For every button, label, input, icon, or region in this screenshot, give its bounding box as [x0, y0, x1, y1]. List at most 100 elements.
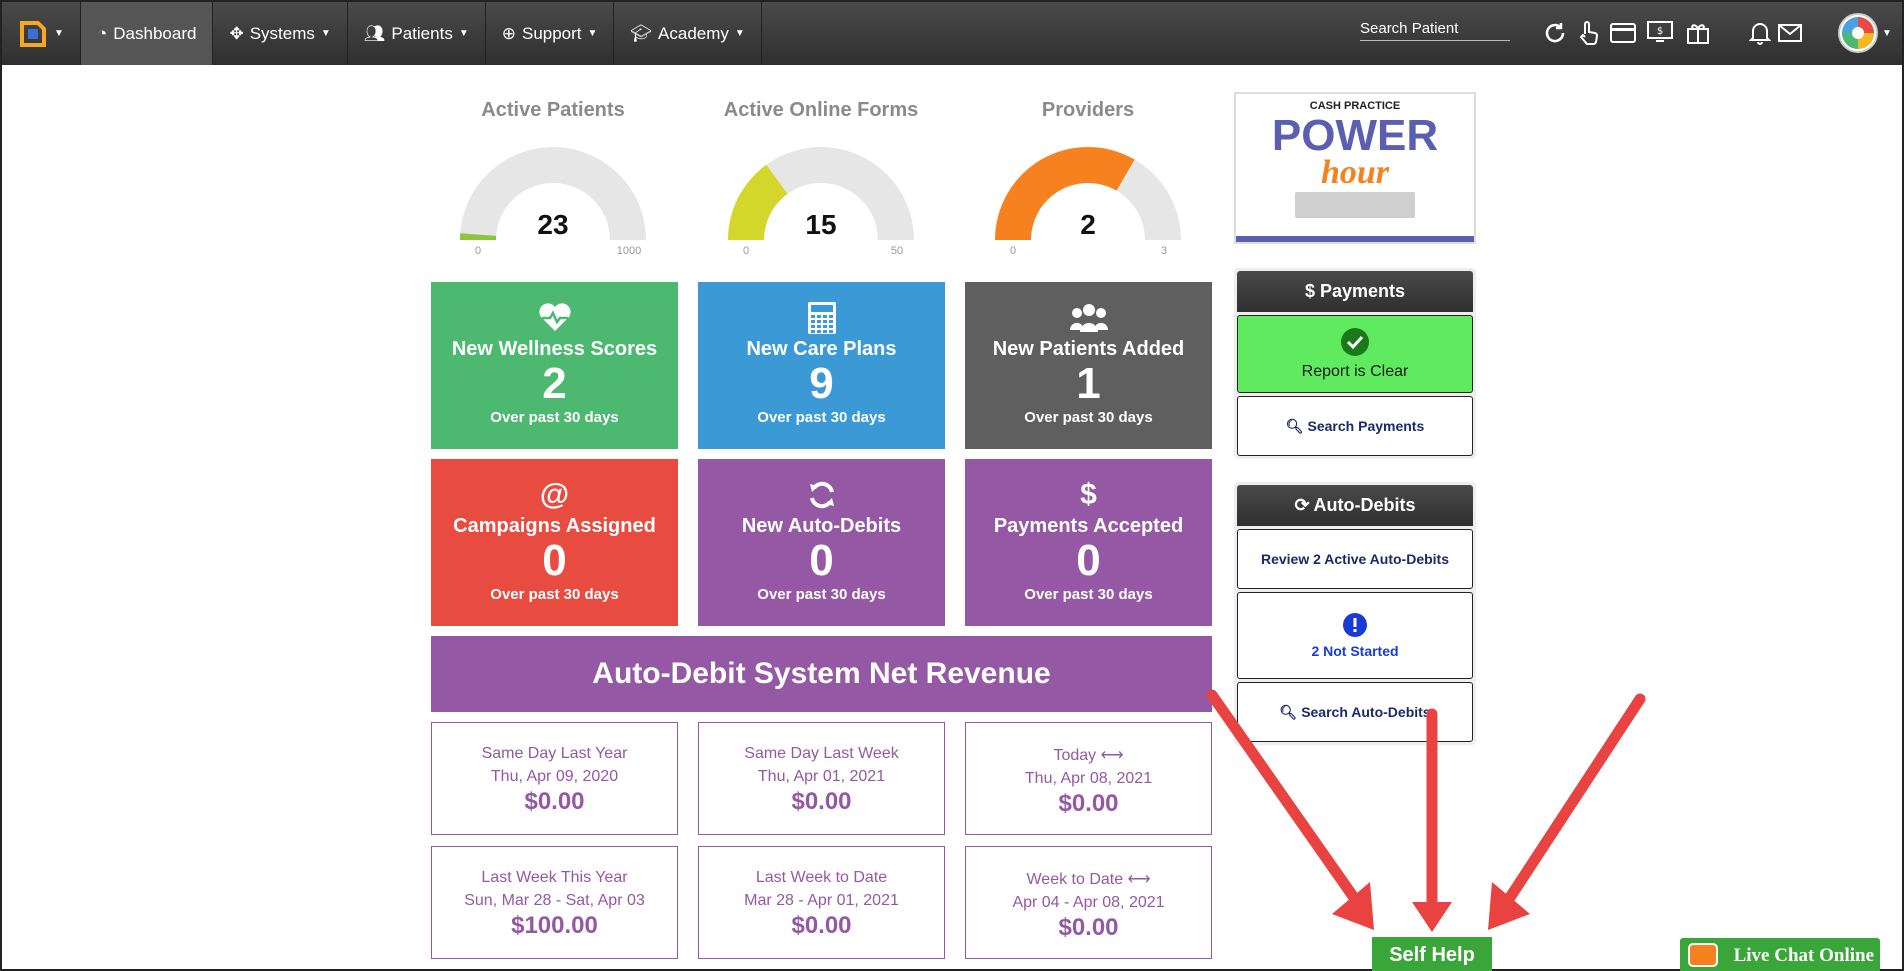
gauge-min-label: 0: [475, 245, 481, 257]
gauge-min-label: 0: [1010, 245, 1016, 257]
stat-tile-title: New Auto-Debits: [741, 515, 902, 537]
revenue-card-label: Week to Date ⟷: [1026, 871, 1151, 888]
monitor-dollar-icon[interactable]: $: [1645, 18, 1675, 48]
gauge-title-providers: Providers: [1041, 99, 1135, 121]
stat-tile[interactable]: New Patients Added 1 Over past 30 days: [965, 282, 1212, 449]
nav-patients[interactable]: 👥︎ Patients ▼: [346, 2, 485, 65]
laptop-icon: [1295, 192, 1415, 218]
annotation-arrows: [1206, 689, 1646, 932]
stat-tile-value: 0: [1076, 536, 1101, 585]
chevron-down-icon: ▼: [587, 28, 598, 39]
auto-debits-title: Auto-Debits: [1313, 495, 1416, 515]
promo-word2: hour: [1320, 154, 1390, 191]
app-logo-menu[interactable]: ▼: [2, 2, 80, 65]
payments-status-box[interactable]: Report is Clear: [1237, 315, 1473, 393]
nav-support[interactable]: ⊕ Support ▼: [484, 2, 614, 65]
nav-patients-label: Patients: [391, 23, 453, 43]
gauge-providers: 2 0 3: [995, 147, 1181, 257]
lifebuoy-icon: ⊕: [501, 23, 516, 43]
gauge-title-active-patients: Active Patients: [481, 99, 625, 121]
auto-debits-panel: ⟳ Auto-Debits Review 2 Active Auto-Debit…: [1234, 482, 1476, 745]
nav-support-label: Support: [521, 23, 582, 43]
stat-tile[interactable]: $ Payments Accepted 0 Over past 30 days: [965, 459, 1212, 626]
svg-text:$: $: [1657, 26, 1663, 37]
search-payments-label: Search Payments: [1307, 418, 1425, 434]
stat-tile[interactable]: @ Campaigns Assigned 0 Over past 30 days: [431, 459, 678, 626]
self-help-button[interactable]: Self Help: [1372, 937, 1492, 971]
stat-tile-subtitle: Over past 30 days: [490, 409, 619, 426]
not-started-label: 2 Not Started: [1311, 643, 1399, 659]
calculator-icon: [698, 300, 945, 336]
review-auto-debits-button[interactable]: Review 2 Active Auto-Debits: [1237, 529, 1473, 589]
revenue-card-amount: $100.00: [511, 912, 598, 939]
refresh-icon: [698, 477, 945, 513]
search-icon: 🔍︎: [1279, 703, 1298, 720]
revenue-card-label: Last Week This Year: [481, 869, 628, 886]
revenue-card-label: Same Day Last Week: [744, 745, 899, 762]
bell-icon[interactable]: [1745, 18, 1775, 48]
not-started-button[interactable]: 2 Not Started: [1237, 592, 1473, 679]
search-payments-button[interactable]: 🔍︎ Search Payments: [1237, 396, 1473, 456]
gauge-max-label: 50: [891, 245, 903, 257]
stat-tile-subtitle: Over past 30 days: [1024, 409, 1153, 426]
revenue-card: Last Week This Year Sun, Mar 28 - Sat, A…: [431, 846, 678, 959]
revenue-card: Same Day Last Year Thu, Apr 09, 2020 $0.…: [431, 722, 678, 835]
stat-tile[interactable]: New Wellness Scores 2 Over past 30 days: [431, 282, 678, 449]
search-auto-debits-label: Search Auto-Debits: [1301, 704, 1431, 720]
stat-tile-value: 1: [1076, 359, 1101, 408]
graduation-cap-icon: 🎓︎: [630, 23, 653, 43]
stat-tile-value: 9: [809, 359, 834, 408]
user-avatar[interactable]: [1838, 13, 1878, 53]
nav-dashboard[interactable]: ◔ Dashboard: [80, 2, 213, 65]
refresh-icon[interactable]: [1540, 18, 1570, 48]
hand-pointer-icon[interactable]: [1574, 18, 1604, 48]
stat-tile-subtitle: Over past 30 days: [757, 409, 886, 426]
gauge-fill: [995, 147, 1135, 240]
revenue-card-date: Thu, Apr 08, 2021: [1024, 770, 1153, 787]
search-patient-input[interactable]: Search Patient: [1360, 20, 1510, 41]
heartbeat-icon: [431, 300, 678, 336]
stat-tile-title: New Patients Added: [992, 338, 1185, 360]
revenue-card: Week to Date ⟷ Apr 04 - Apr 08, 2021 $0.…: [965, 846, 1212, 959]
gift-icon[interactable]: [1683, 18, 1713, 48]
check-circle-icon: [1341, 328, 1369, 356]
nav-systems[interactable]: ✥ Systems ▼: [212, 2, 346, 65]
dollar-icon: $: [1080, 478, 1097, 511]
search-auto-debits-button[interactable]: 🔍︎ Search Auto-Debits: [1237, 682, 1473, 742]
envelope-icon[interactable]: [1775, 18, 1805, 48]
revenue-card-amount: $0.00: [791, 788, 852, 815]
live-chat-label: Live Chat Online: [1733, 944, 1874, 966]
users-icon: 👥︎: [363, 23, 386, 43]
cash-practice-logo-icon: [18, 19, 48, 49]
search-icon: 🔍︎: [1285, 417, 1304, 434]
gauge-title-active-online-forms: Active Online Forms: [723, 99, 919, 121]
revenue-card-date: Mar 28 - Apr 01, 2021: [744, 892, 899, 909]
revenue-banner: Auto-Debit System Net Revenue: [431, 636, 1212, 712]
revenue-card: Same Day Last Week Thu, Apr 01, 2021 $0.…: [698, 722, 945, 835]
exclamation-circle-icon: [1343, 613, 1367, 637]
power-hour-promo[interactable]: CASH PRACTICE POWER hour: [1234, 92, 1476, 244]
stat-tile-value: 2: [542, 359, 567, 408]
revenue-card-label: Today ⟷: [1053, 747, 1124, 764]
revenue-card: Today ⟷ Thu, Apr 08, 2021 $0.00: [965, 722, 1212, 835]
stat-tile[interactable]: New Care Plans 9 Over past 30 days: [698, 282, 945, 449]
payments-title: $ Payments: [1237, 271, 1473, 312]
stat-tile-subtitle: Over past 30 days: [490, 586, 619, 603]
chevron-down-icon: ▼: [54, 28, 64, 39]
revenue-card: Last Week to Date Mar 28 - Apr 01, 2021 …: [698, 846, 945, 959]
nav-academy[interactable]: 🎓︎ Academy ▼: [613, 2, 762, 65]
revenue-card-date: Thu, Apr 01, 2021: [757, 768, 886, 785]
at-icon: @: [539, 478, 570, 511]
chat-bubble-icon: [1688, 943, 1718, 967]
revenue-card-date: Apr 04 - Apr 08, 2021: [1012, 894, 1165, 911]
revenue-card-label: Last Week to Date: [755, 869, 888, 886]
nav-academy-label: Academy: [658, 23, 729, 43]
live-chat-button[interactable]: Live Chat Online: [1680, 938, 1880, 971]
stat-tile-value: 0: [542, 536, 567, 585]
refresh-icon: ⟳: [1294, 495, 1310, 515]
nav-dashboard-label: Dashboard: [113, 23, 197, 43]
auto-debits-header: ⟳ Auto-Debits: [1237, 485, 1473, 526]
credit-card-icon[interactable]: [1608, 18, 1638, 48]
stat-tile[interactable]: New Auto-Debits 0 Over past 30 days: [698, 459, 945, 626]
review-auto-debits-label: Review 2 Active Auto-Debits: [1260, 551, 1449, 567]
